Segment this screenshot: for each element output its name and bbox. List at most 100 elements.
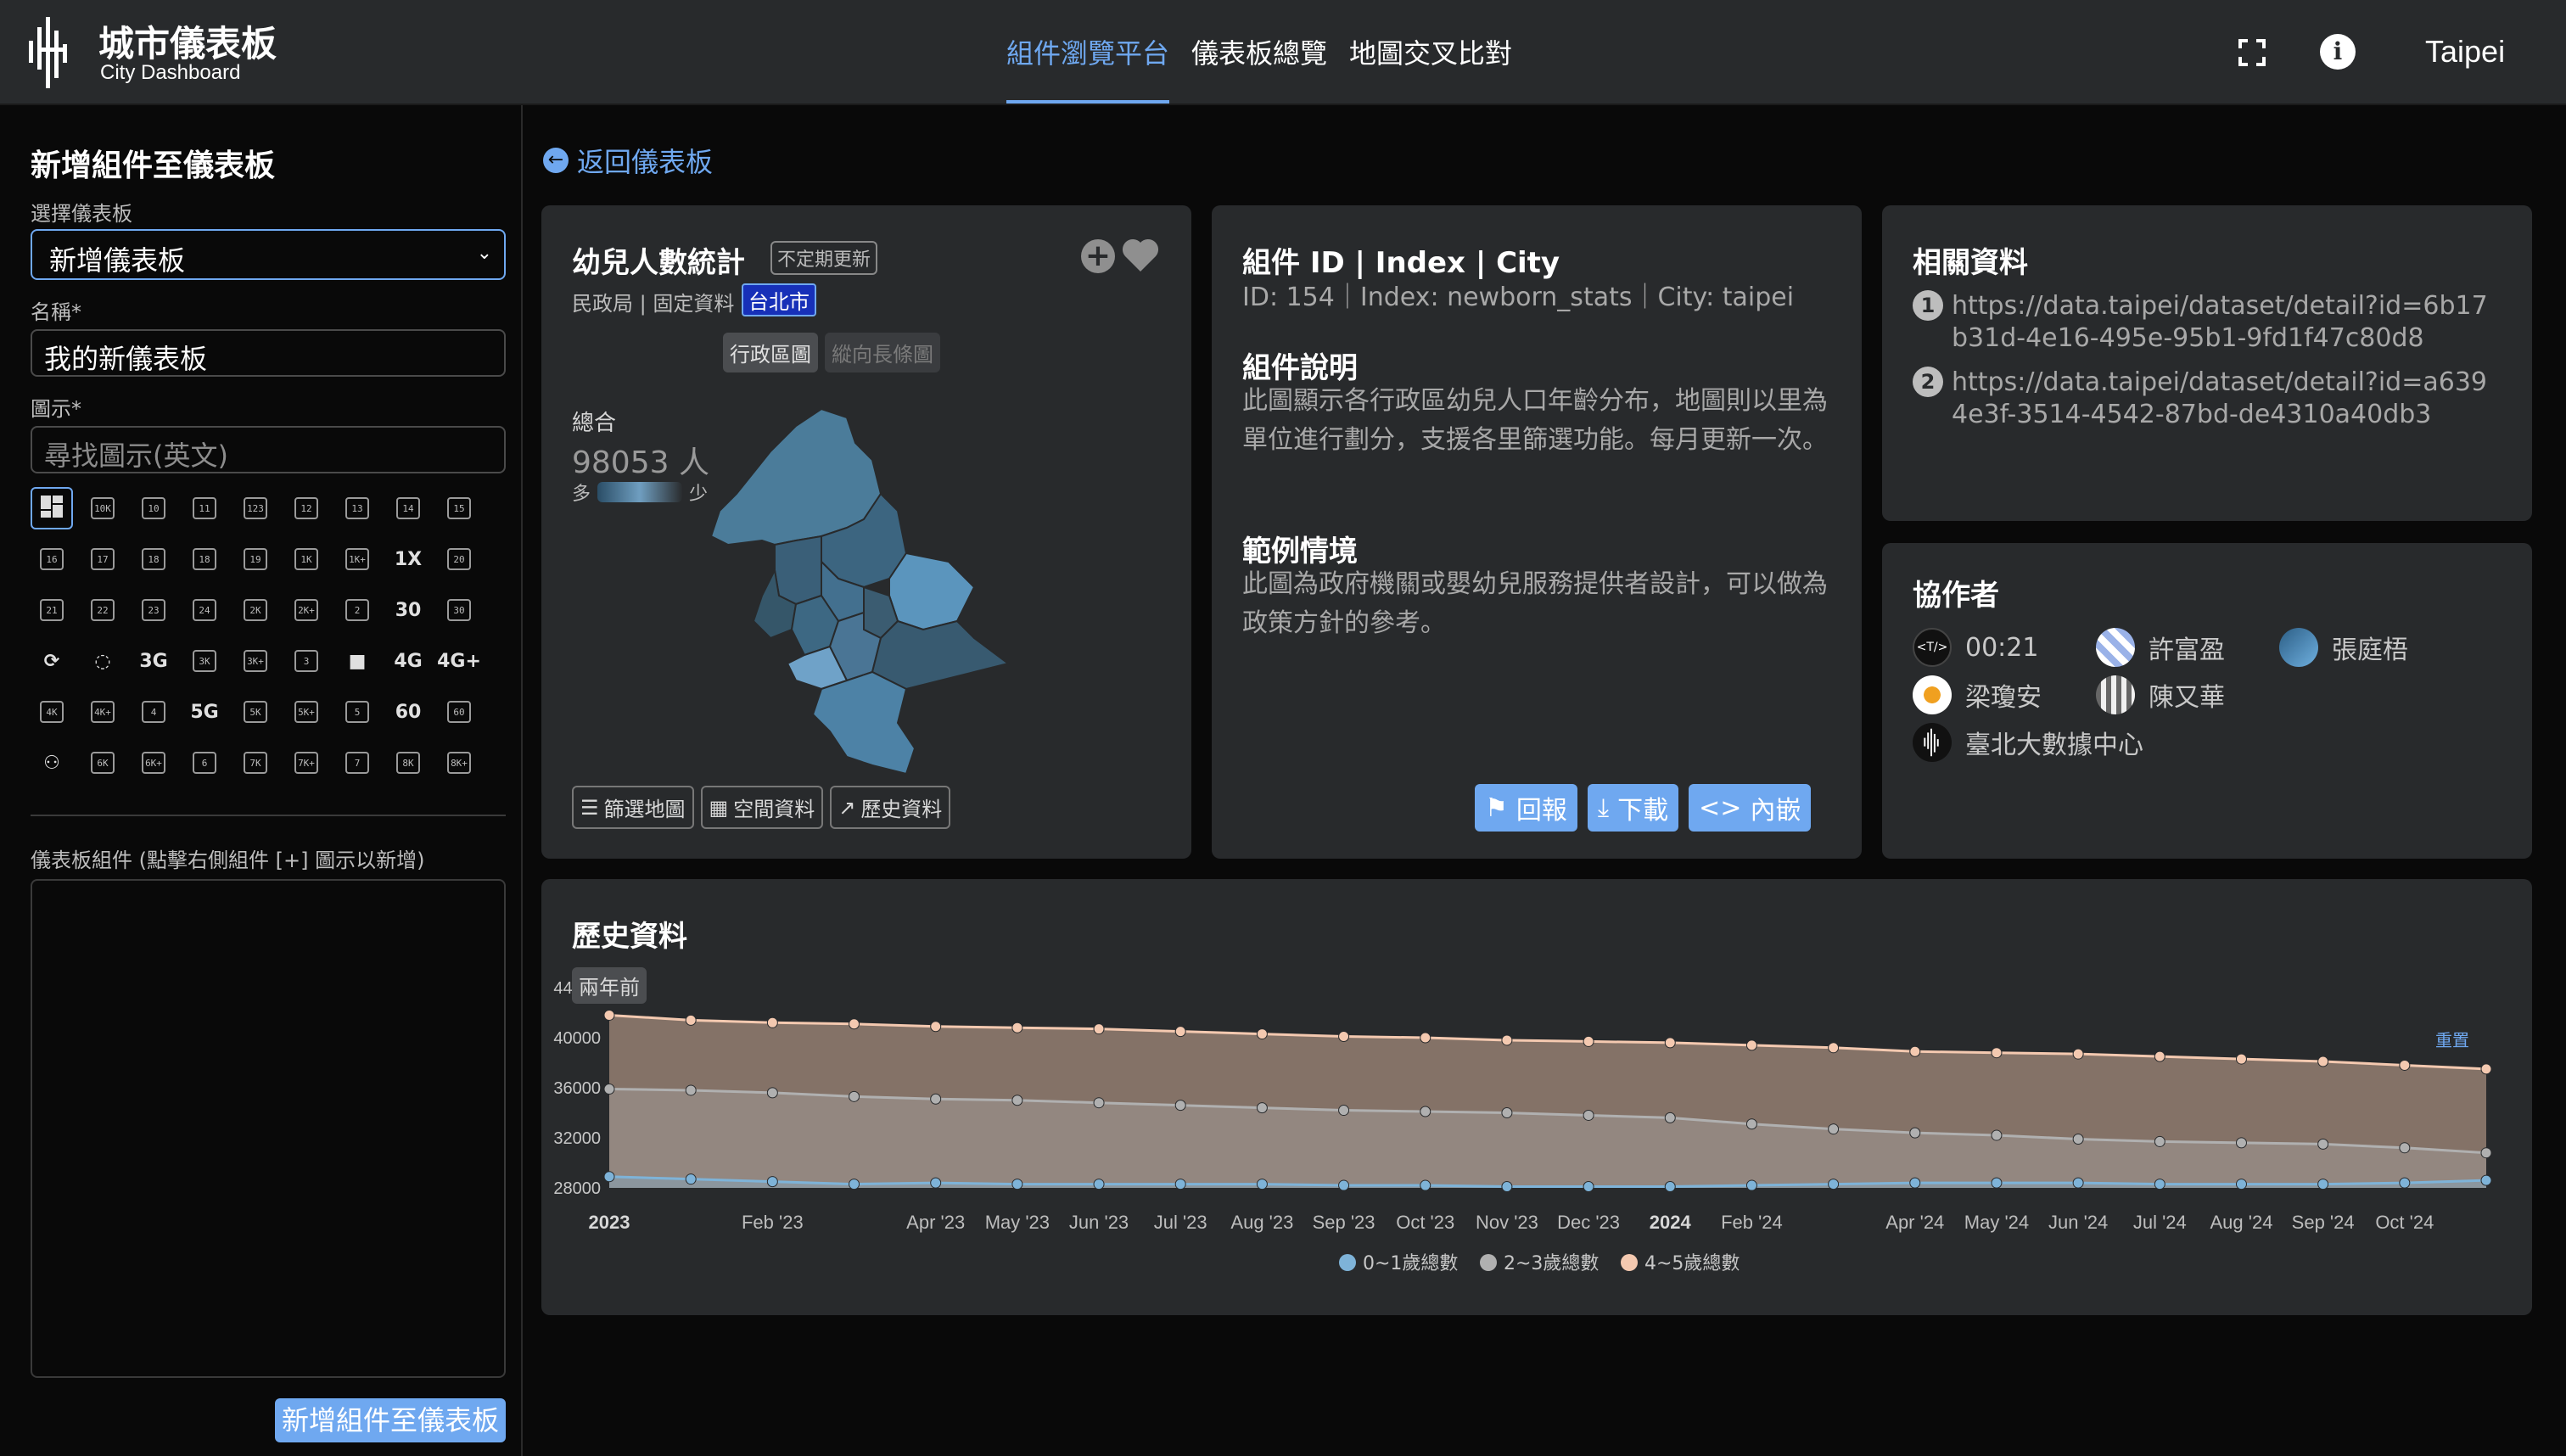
- info-icon[interactable]: i: [2320, 34, 2356, 70]
- icon-option-14mp[interactable]: 14: [387, 487, 429, 529]
- data-point: [1174, 1026, 1186, 1038]
- icon-option-19mp[interactable]: 19: [234, 538, 277, 580]
- data-point: [2235, 1053, 2247, 1065]
- contributor[interactable]: 臺北大數據中心: [1913, 723, 2143, 762]
- icon-option-123[interactable]: 123: [234, 487, 277, 529]
- icon-option-1x[interactable]: 1X: [387, 538, 429, 580]
- icon-option-22mp[interactable]: 22: [81, 589, 124, 631]
- icon-option-60fps[interactable]: 60: [438, 691, 480, 733]
- city-switcher[interactable]: Taipei: [2425, 34, 2505, 70]
- icon-option-11mp[interactable]: 11: [183, 487, 226, 529]
- history-area-chart[interactable]: 28000320003600040000440002023Feb '23Apr …: [541, 879, 2532, 1315]
- embed-button[interactable]: <> 內嵌: [1689, 784, 1812, 832]
- icon-search-input[interactable]: 尋找圖示(英文): [31, 426, 506, 473]
- icon-option-5k-[interactable]: 5K+: [285, 691, 328, 733]
- dashboard-components-list[interactable]: [31, 879, 506, 1378]
- icon-option-3mp[interactable]: 3: [285, 640, 328, 682]
- data-point: [1011, 1022, 1023, 1033]
- icon-option-17mp[interactable]: 17: [81, 538, 124, 580]
- icon-option-13mp[interactable]: 13: [336, 487, 378, 529]
- icon-option-7k-[interactable]: 7K+: [285, 742, 328, 784]
- icon-option-4g[interactable]: 4G: [387, 640, 429, 682]
- data-point: [2399, 1142, 2411, 1154]
- data-point: [1583, 1109, 1594, 1121]
- icon-option-12mp[interactable]: 12: [285, 487, 328, 529]
- contributor[interactable]: 梁瓊安: [1913, 675, 2042, 714]
- favorite-heart-icon[interactable]: [1120, 236, 1161, 273]
- icon-option-1k-[interactable]: 1K+: [336, 538, 378, 580]
- icon-option-2k[interactable]: 2K: [234, 589, 277, 631]
- icon-option-3d[interactable]: ◌: [81, 640, 124, 682]
- icon-option-360[interactable]: ⟳: [31, 640, 73, 682]
- contributor[interactable]: <T/> 00:21: [1913, 628, 2038, 667]
- contributor[interactable]: 張庭梧: [2279, 628, 2408, 667]
- icon-option-30[interactable]: 30: [387, 589, 429, 631]
- icon-option-account-box[interactable]: ■: [336, 640, 378, 682]
- contributor[interactable]: 許富盈: [2096, 628, 2225, 667]
- icon-option-3k[interactable]: 3K: [183, 640, 226, 682]
- icon-option-4k-[interactable]: 4K+: [81, 691, 124, 733]
- contributor[interactable]: 陳又華: [2096, 675, 2225, 714]
- icon-option-21mp[interactable]: 21: [31, 589, 73, 631]
- related-url[interactable]: https://data.taipei/dataset/detail?id=a6…: [1952, 367, 2495, 431]
- icon-option-10k[interactable]: 10K: [81, 487, 124, 529]
- nav-map-compare[interactable]: 地圖交叉比對: [1349, 32, 1512, 104]
- icon-option-15mp[interactable]: 15: [438, 487, 480, 529]
- related-link-1[interactable]: 1 https://data.taipei/dataset/detail?id=…: [1913, 290, 2495, 355]
- name-field[interactable]: 我的新儀表板: [31, 329, 506, 377]
- icon-option-6k-[interactable]: 6K+: [132, 742, 175, 784]
- nav-component-browser[interactable]: 組件瀏覽平台: [1006, 32, 1170, 104]
- history-data-button[interactable]: ↗ 歷史資料: [830, 786, 951, 829]
- filter-map-button[interactable]: ☰ 篩選地圖: [572, 786, 694, 829]
- icon-option-30fps[interactable]: 30: [438, 589, 480, 631]
- icon-option-1k[interactable]: 1K: [285, 538, 328, 580]
- report-button[interactable]: ⚑ 回報: [1475, 784, 1577, 832]
- back-to-dashboard-link[interactable]: ← 返回儀表板: [543, 141, 713, 180]
- tab-vertical-bar[interactable]: 縱向長條圖: [825, 333, 940, 372]
- icon-option-3k-[interactable]: 3K+: [234, 640, 277, 682]
- tab-district-map[interactable]: 行政區圖: [723, 333, 818, 372]
- icon-option-2k-[interactable]: 2K+: [285, 589, 328, 631]
- related-url[interactable]: https://data.taipei/dataset/detail?id=6b…: [1952, 290, 2495, 355]
- icon-option-5g[interactable]: 5G: [183, 691, 226, 733]
- icon-option-20mp[interactable]: 20: [438, 538, 480, 580]
- download-button[interactable]: ⤓ 下載: [1587, 784, 1679, 832]
- icon-option-6mp[interactable]: 6: [183, 742, 226, 784]
- icon-option-16mp[interactable]: 16: [31, 538, 73, 580]
- time-range-chip[interactable]: 兩年前: [572, 967, 647, 1004]
- fullscreen-icon[interactable]: [2237, 37, 2267, 68]
- icon-option-7k[interactable]: 7K: [234, 742, 277, 784]
- 6mp-icon: 6: [193, 752, 216, 774]
- icon-option-10mp[interactable]: 10: [132, 487, 175, 529]
- spatial-data-button[interactable]: ▦ 空間資料: [700, 786, 824, 829]
- icon-option-23mp[interactable]: 23: [132, 589, 175, 631]
- add-widget-icon[interactable]: +: [1081, 239, 1115, 273]
- 14mp-icon: 14: [396, 497, 420, 519]
- icon-option-5mp[interactable]: 5: [336, 691, 378, 733]
- icon-option-8k-[interactable]: 8K+: [438, 742, 480, 784]
- add-component-button[interactable]: 新增組件至儀表板: [275, 1398, 506, 1442]
- icon-option-3g[interactable]: 3G: [132, 640, 175, 682]
- icon-option-24mp[interactable]: 24: [183, 589, 226, 631]
- icon-option-18[interactable]: 18: [132, 538, 175, 580]
- icon-option-60[interactable]: 60: [387, 691, 429, 733]
- icon-option-4k[interactable]: 4K: [31, 691, 73, 733]
- icon-option-6-ft-apart[interactable]: ⚇: [31, 742, 73, 784]
- icon-option-2mp[interactable]: 2: [336, 589, 378, 631]
- icon-option-6k[interactable]: 6K: [81, 742, 124, 784]
- icon-option-4mp[interactable]: 4: [132, 691, 175, 733]
- related-link-2[interactable]: 2 https://data.taipei/dataset/detail?id=…: [1913, 367, 2495, 431]
- taipei-district-map[interactable]: [694, 392, 1017, 782]
- icon-option-4g-[interactable]: 4G+: [437, 640, 481, 682]
- dashboard-select[interactable]: 新增儀表板 ⌄: [31, 229, 506, 280]
- icon-option-5k[interactable]: 5K: [234, 691, 277, 733]
- reset-zoom-button[interactable]: 重置: [2435, 1027, 2469, 1051]
- nav-dashboard-overview[interactable]: 儀表板總覽: [1191, 32, 1327, 104]
- icon-option-7mp[interactable]: 7: [336, 742, 378, 784]
- data-point: [2480, 1174, 2492, 1186]
- icon-option-dashboard[interactable]: [31, 487, 73, 529]
- icon-option-18mp[interactable]: 18: [183, 538, 226, 580]
- 360-icon: ⟳: [43, 650, 60, 672]
- icon-option-8k[interactable]: 8K: [387, 742, 429, 784]
- x-tick-label: Apr '23: [906, 1212, 965, 1233]
